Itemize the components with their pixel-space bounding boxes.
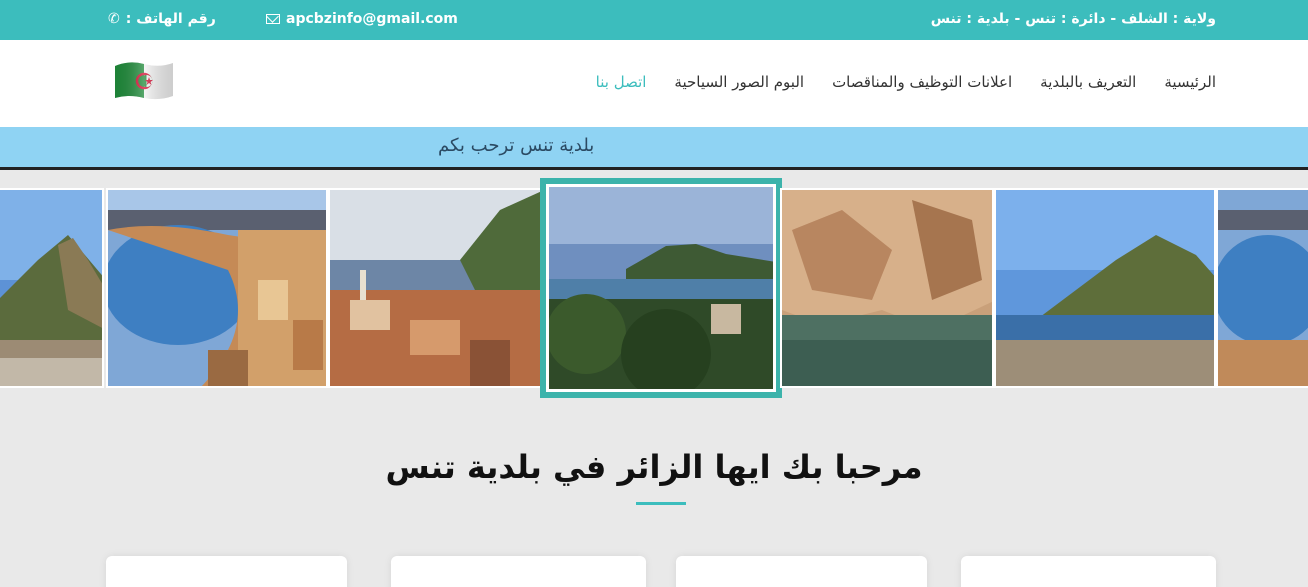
top-info-bar: ✆ : رقم الهاتف apcbzinfo@gmail.com ولاية… [0,0,1308,40]
nav-item-about[interactable]: التعريف بالبلدية [1040,73,1136,91]
phone-label: : رقم الهاتف [125,11,216,27]
info-card-4[interactable] [961,556,1216,587]
email-info[interactable]: apcbzinfo@gmail.com [266,11,458,27]
bay-view-photo-selected[interactable] [540,178,782,398]
nav-item-contact[interactable]: اتصل بنا [596,73,647,91]
location-text: ولاية : الشلف - دائرة : تنس - بلدية : تن… [930,11,1216,27]
photo-carousel [0,178,1308,398]
nav-item-home[interactable]: الرئيسية [1164,73,1216,91]
algeria-flag-logo[interactable] [113,60,175,100]
info-card-2[interactable] [391,556,646,587]
info-card-1[interactable] [106,556,347,587]
selected-frame [546,184,776,392]
nav-menu: الرئيسية التعريف بالبلدية اعلانات التوظي… [596,73,1216,91]
welcome-text: بلدية تنس ترحب بكم [438,135,595,156]
coastal-town-beach-photo[interactable] [106,188,328,388]
coastal-town-photo-edge[interactable] [1216,188,1308,388]
info-card-3[interactable] [676,556,927,587]
mail-icon [266,14,280,24]
mountain-bay-photo-right[interactable] [994,188,1216,388]
harbor-city-photo[interactable] [328,188,542,388]
heading-divider [636,502,686,505]
nav-item-photo-album[interactable]: البوم الصور السياحية [674,73,804,91]
welcome-marquee: بلدية تنس ترحب بكم [0,127,1308,170]
main-navigation: الرئيسية التعريف بالبلدية اعلانات التوظي… [0,40,1308,127]
email-text[interactable]: apcbzinfo@gmail.com [286,11,458,27]
phone-info: ✆ : رقم الهاتف [108,11,216,27]
phone-icon: ✆ [108,11,120,27]
mountain-bay-photo-left[interactable] [0,188,104,388]
sea-cave-photo[interactable] [780,188,994,388]
welcome-heading: مرحبا بك ايها الزائر في بلدية تنس [385,448,923,486]
nav-item-jobs-tenders[interactable]: اعلانات التوظيف والمناقصات [832,73,1012,91]
